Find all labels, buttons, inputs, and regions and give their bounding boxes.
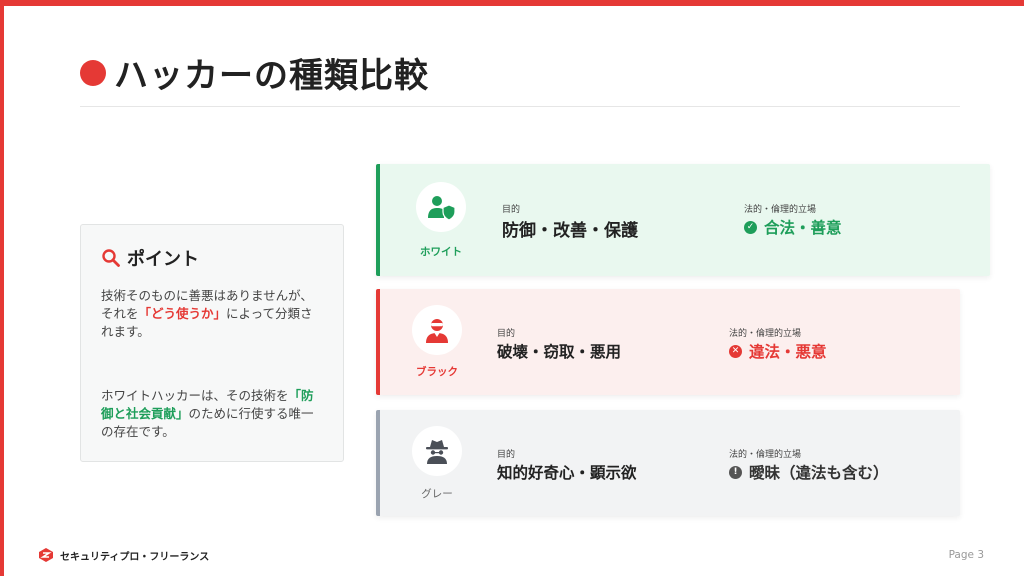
purpose-value: 破壊・窃取・悪用 <box>497 343 622 361</box>
point-paragraph-1: 技術そのものに善悪はありませんが、それを「どう使うか」によって分類されます。 <box>101 287 325 341</box>
page-number: Page 3 <box>948 549 984 561</box>
badge-circle <box>412 305 462 355</box>
stance-text: 曖昧（違法も含む） <box>749 464 889 482</box>
title-bullet-icon <box>80 59 106 86</box>
top-accent-bar <box>0 0 1024 6</box>
point-highlight-red: 「どう使うか」 <box>138 306 227 321</box>
card-white-hacker: ホワイト 目的 防御・改善・保護 法的・倫理的立場 ✓ 合法・善意 <box>376 164 990 276</box>
stance-value: ! 曖昧（違法も含む） <box>729 461 889 483</box>
point-header: ポイント <box>101 245 325 271</box>
point-box: ポイント 技術そのものに善悪はありませんが、それを「どう使うか」によって分類され… <box>80 224 344 462</box>
point-heading: ポイント <box>127 249 199 270</box>
purpose-value: 知的好奇心・顕示欲 <box>497 464 637 482</box>
purpose-label: 目的 <box>497 450 516 460</box>
stance-label: 法的・倫理的立場 <box>744 205 817 215</box>
point-paragraph-2: ホワイトハッカーは、その技術を「防御と社会貢献」のために行使する唯一の存在です。 <box>101 387 325 441</box>
page-title-wrap: ハッカーの種類比較 <box>80 48 429 97</box>
title-divider <box>80 106 960 107</box>
stance-label: 法的・倫理的立場 <box>729 329 802 339</box>
purpose-value: 防御・改善・保護 <box>502 221 638 241</box>
magnifier-icon <box>102 249 120 267</box>
badge-label: ブラック <box>416 366 458 378</box>
white-hacker-user-shield-icon <box>428 196 456 221</box>
brand-name: セキュリティプロ・フリーランス <box>60 551 210 563</box>
x-circle-icon: ✕ <box>729 344 742 358</box>
badge-label: ホワイト <box>420 246 462 258</box>
point-text: ホワイトハッカーは、その技術を <box>101 388 289 403</box>
black-hacker-masked-user-icon <box>426 319 448 343</box>
grey-hacker-spy-icon <box>426 440 448 464</box>
stance-value: ✕ 違法・悪意 <box>729 340 827 362</box>
exclamation-circle-icon: ! <box>729 465 742 479</box>
footer-brand: セキュリティプロ・フリーランス <box>38 547 209 563</box>
page-title: ハッカーの種類比較 <box>114 56 429 96</box>
stance-text: 違法・悪意 <box>749 343 827 361</box>
badge-circle <box>416 182 466 232</box>
left-accent-bar <box>0 0 4 576</box>
card-black-hacker: ブラック 目的 破壊・窃取・悪用 法的・倫理的立場 ✕ 違法・悪意 <box>376 289 960 395</box>
stance-text: 合法・善意 <box>764 219 842 237</box>
stance-label: 法的・倫理的立場 <box>729 450 802 460</box>
purpose-label: 目的 <box>497 329 516 339</box>
purpose-label: 目的 <box>502 205 521 215</box>
card-grey-hacker: グレー 目的 知的好奇心・顕示欲 法的・倫理的立場 ! 曖昧（違法も含む） <box>376 410 960 516</box>
stance-value: ✓ 合法・善意 <box>744 216 842 238</box>
brand-logo-icon <box>39 548 53 562</box>
badge-label: グレー <box>421 488 453 500</box>
badge-circle <box>412 426 462 476</box>
check-circle-icon: ✓ <box>744 220 757 234</box>
